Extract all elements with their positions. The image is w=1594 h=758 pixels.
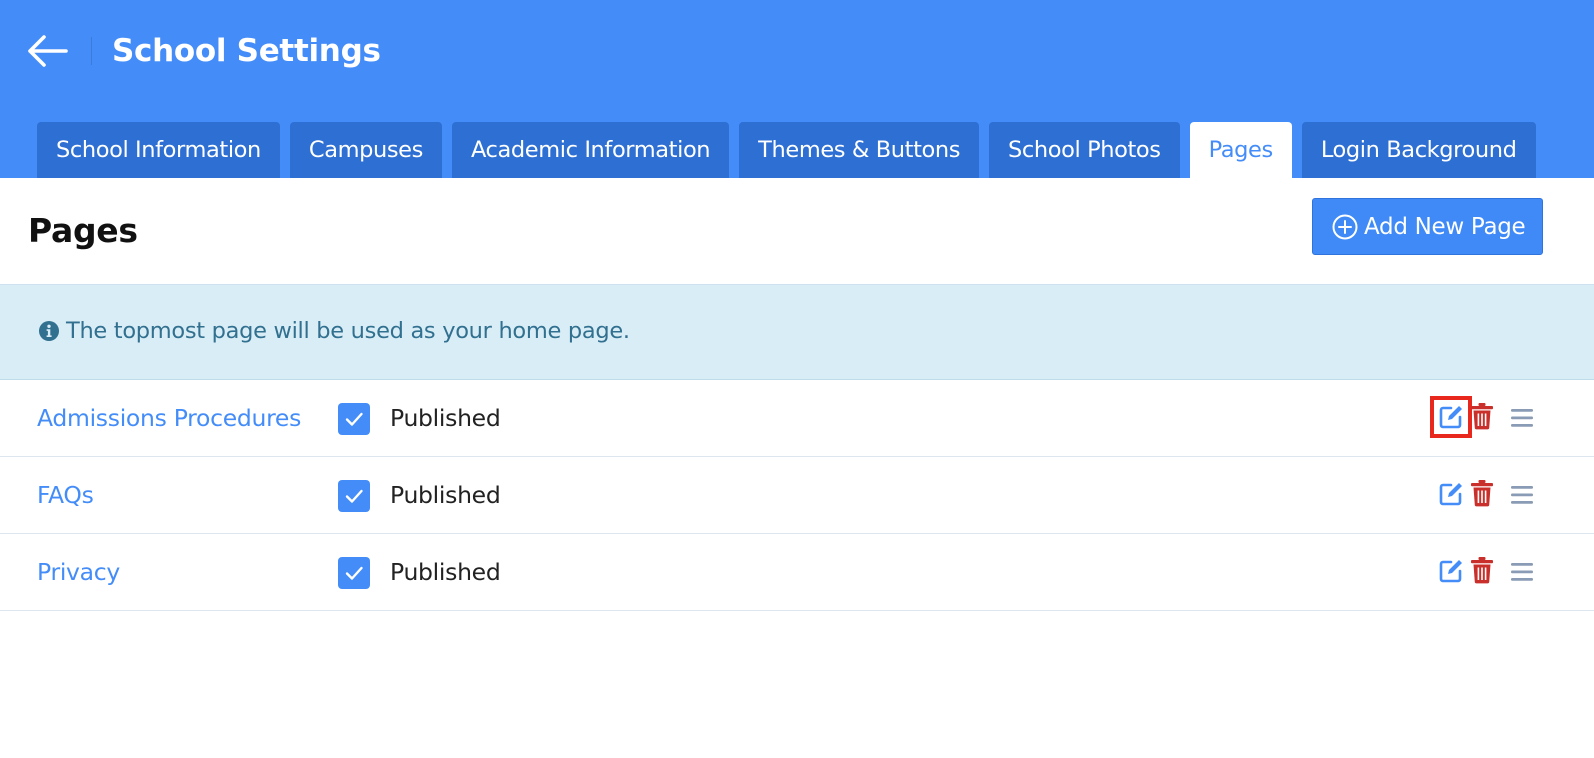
page-name-link[interactable]: Admissions Procedures xyxy=(37,403,301,433)
title-divider xyxy=(91,37,92,65)
page-name-link[interactable]: FAQs xyxy=(37,480,94,510)
page-name-link[interactable]: Privacy xyxy=(37,557,120,587)
pages-toolbar: Pages Add New Page xyxy=(0,178,1594,285)
delete-page-button[interactable] xyxy=(1470,402,1494,430)
tab-school-information[interactable]: School Information xyxy=(37,122,280,178)
published-checkbox[interactable] xyxy=(338,403,370,435)
tab-school-photos[interactable]: School Photos xyxy=(989,122,1180,178)
settings-tabs: School Information Campuses Academic Inf… xyxy=(37,122,1546,178)
delete-page-button[interactable] xyxy=(1470,556,1494,584)
tab-login-background[interactable]: Login Background xyxy=(1301,122,1536,178)
trash-icon xyxy=(1471,403,1493,430)
checkmark-icon xyxy=(338,480,370,512)
tab-academic-information[interactable]: Academic Information xyxy=(451,122,730,178)
tab-themes-buttons[interactable]: Themes & Buttons xyxy=(739,122,980,178)
app-header: School Settings School Information Campu… xyxy=(0,0,1594,178)
tab-campuses[interactable]: Campuses xyxy=(289,122,442,178)
tab-pages[interactable]: Pages xyxy=(1189,122,1292,178)
page-header-title: School Settings xyxy=(112,33,381,69)
info-circle-icon xyxy=(39,321,59,341)
add-new-page-button[interactable]: Add New Page xyxy=(1312,198,1543,255)
edit-icon xyxy=(1439,406,1462,429)
section-title: Pages xyxy=(28,211,138,250)
edit-page-button[interactable] xyxy=(1437,480,1465,508)
drag-handle-icon[interactable] xyxy=(1510,561,1534,583)
info-alert: The topmost page will be used as your ho… xyxy=(0,285,1594,380)
edit-icon xyxy=(1439,483,1462,506)
published-checkbox[interactable] xyxy=(338,557,370,589)
info-alert-text: The topmost page will be used as your ho… xyxy=(66,318,630,344)
edit-icon xyxy=(1439,560,1462,583)
trash-icon xyxy=(1471,557,1493,584)
add-new-page-label: Add New Page xyxy=(1364,213,1526,240)
page-status-label: Published xyxy=(390,481,501,509)
published-checkbox[interactable] xyxy=(338,480,370,512)
checkmark-icon xyxy=(338,403,370,435)
page-row: FAQs Published xyxy=(0,457,1594,534)
page-status-label: Published xyxy=(390,404,501,432)
edit-page-button[interactable] xyxy=(1437,557,1465,585)
trash-icon xyxy=(1471,480,1493,507)
arrow-left-icon xyxy=(28,35,68,67)
edit-page-button[interactable] xyxy=(1430,396,1472,438)
plus-circle-icon xyxy=(1332,214,1358,239)
drag-handle-icon[interactable] xyxy=(1510,484,1534,506)
back-button[interactable] xyxy=(24,30,70,72)
checkmark-icon xyxy=(338,557,370,589)
page-row: Privacy Published xyxy=(0,534,1594,611)
page-row: Admissions Procedures Published xyxy=(0,380,1594,457)
delete-page-button[interactable] xyxy=(1470,479,1494,507)
page-status-label: Published xyxy=(390,558,501,586)
drag-handle-icon[interactable] xyxy=(1510,407,1534,429)
